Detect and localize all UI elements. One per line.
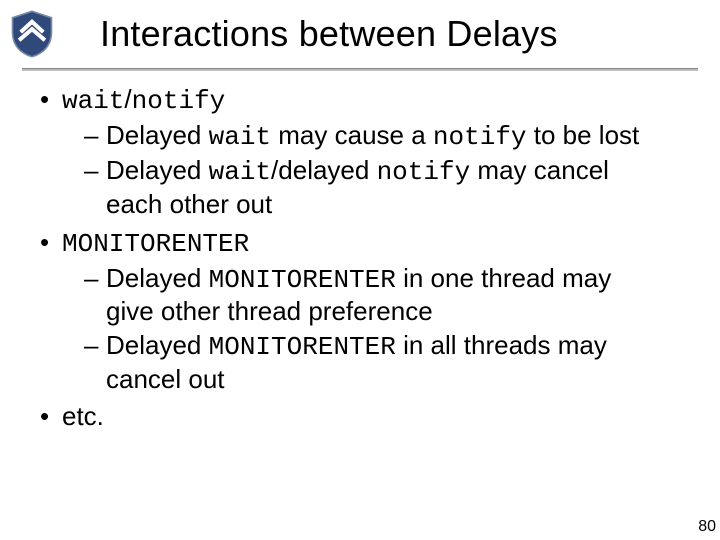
- code-text: wait: [209, 122, 271, 152]
- shield-logo-icon: [4, 6, 60, 62]
- sub-item: Delayed wait may cause a notify to be lo…: [84, 120, 644, 154]
- sub-list: Delayed wait may cause a notify to be lo…: [84, 120, 680, 221]
- slide: Interactions between Delays wait/notify …: [0, 0, 720, 540]
- text: to be lost: [527, 120, 640, 150]
- text: may cause a: [271, 120, 433, 150]
- sub-item: Delayed MONITORENTER in one thread may g…: [84, 263, 644, 328]
- code-text: MONITORENTER: [209, 332, 396, 362]
- bullet-wait-notify: wait/notify Delayed wait may cause a not…: [40, 84, 680, 221]
- text: /: [124, 84, 131, 114]
- page-number: 80: [698, 518, 716, 536]
- sub-item: Delayed MONITORENTER in all threads may …: [84, 330, 644, 395]
- code-text: wait: [62, 86, 124, 116]
- content-area: wait/notify Delayed wait may cause a not…: [0, 70, 720, 433]
- code-text: notify: [433, 122, 527, 152]
- header: Interactions between Delays: [0, 0, 720, 62]
- code-text: notify: [377, 157, 471, 187]
- code-text: wait: [209, 157, 271, 187]
- code-text: MONITORENTER: [209, 265, 396, 295]
- text: etc.: [62, 401, 104, 431]
- text: Delayed: [106, 155, 209, 185]
- text: /delayed: [271, 155, 377, 185]
- bullet-list: wait/notify Delayed wait may cause a not…: [40, 84, 680, 433]
- text: Delayed: [106, 263, 209, 293]
- code-text: MONITORENTER: [62, 229, 249, 259]
- text: Delayed: [106, 120, 209, 150]
- text: Delayed: [106, 330, 209, 360]
- sub-list: Delayed MONITORENTER in one thread may g…: [84, 263, 680, 396]
- bullet-monitorenter: MONITORENTER Delayed MONITORENTER in one…: [40, 227, 680, 396]
- slide-title: Interactions between Delays: [100, 13, 558, 55]
- sub-item: Delayed wait/delayed notify may cancel e…: [84, 155, 644, 220]
- bullet-etc: etc.: [40, 401, 680, 433]
- code-text: notify: [132, 86, 226, 116]
